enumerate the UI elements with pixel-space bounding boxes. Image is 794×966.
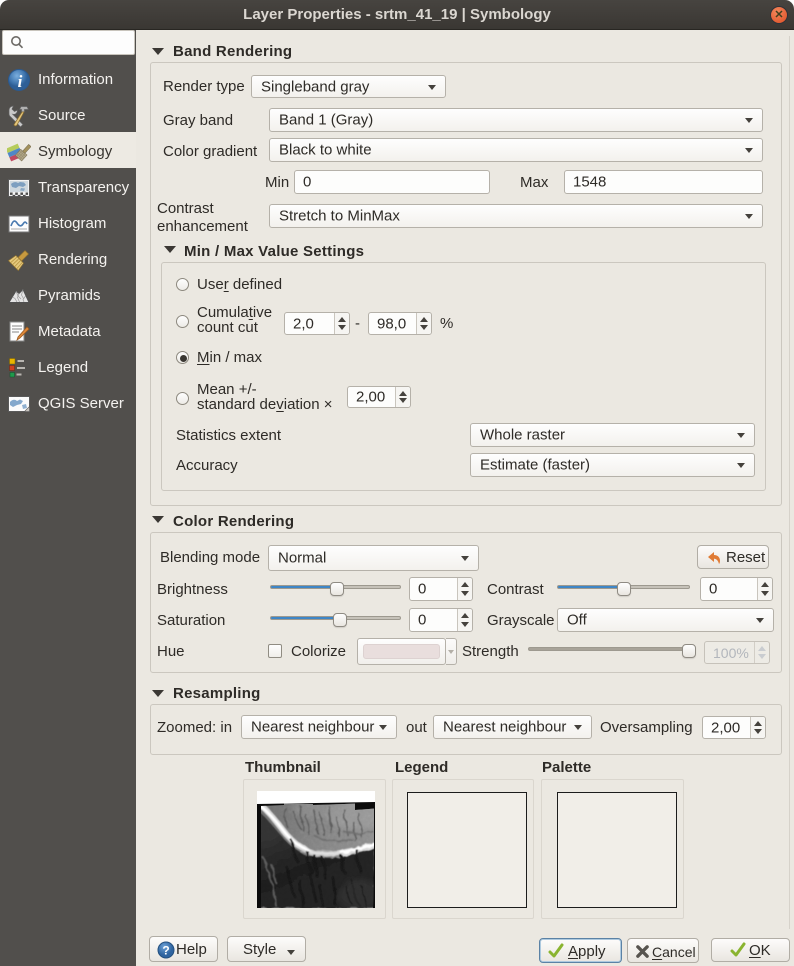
svg-text:i: i xyxy=(18,72,23,91)
svg-text:?: ? xyxy=(162,944,169,958)
